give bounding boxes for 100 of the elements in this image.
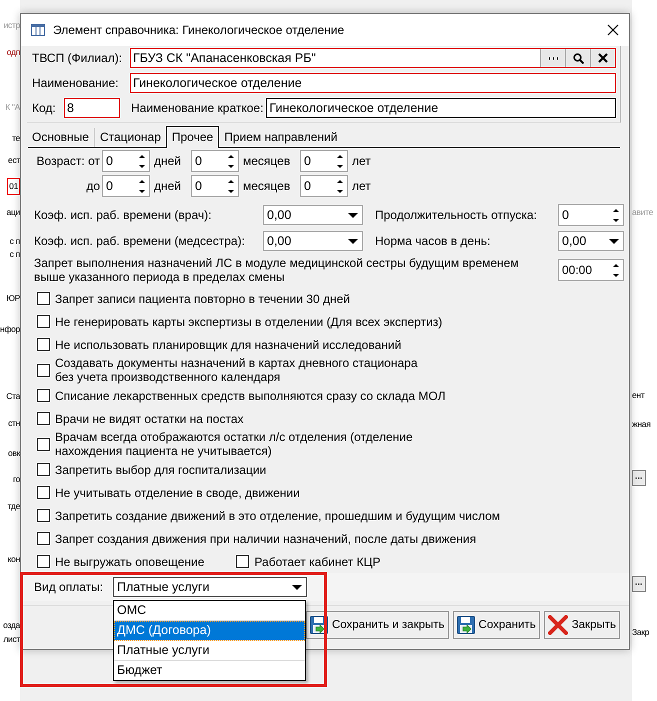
checkbox-label: Не учитывать отделение в своде, движении [55, 486, 300, 500]
checkbox[interactable] [37, 555, 50, 568]
dropdown-field[interactable]: Платные услуги [113, 577, 307, 597]
checkbox-label: Создавать документы назначений в картах дневного стационара без учета производственного календаря [55, 356, 418, 384]
partial-label: К "А [5, 101, 20, 114]
checkbox-label: Не выгружать оповещение [55, 554, 204, 568]
spin-arrows-icon [227, 154, 235, 168]
spin-field[interactable]: 0 [300, 175, 348, 197]
field-label: ТВСП (Филиал): [32, 51, 124, 65]
spin-arrows-icon [336, 154, 344, 168]
partial-label: кон [8, 553, 20, 566]
dropdown-option[interactable]: Бюджет [114, 661, 305, 680]
checkbox[interactable] [37, 486, 50, 499]
checkbox[interactable] [37, 338, 50, 351]
spin-field[interactable]: 0 [102, 150, 150, 172]
checkbox[interactable] [37, 532, 50, 545]
partial-label: аци [6, 206, 20, 219]
partial-label: авите [632, 206, 654, 219]
checkbox[interactable] [236, 555, 250, 568]
partial-label: ЮР [6, 292, 20, 305]
spin-arrows-icon [612, 262, 620, 278]
field-label: Вид оплаты: [34, 580, 104, 594]
partial-label: Ста [6, 390, 20, 403]
dropdown-option[interactable]: ДМС (Договора) [114, 621, 305, 641]
lookup-button[interactable]: ··· [632, 576, 646, 592]
tab[interactable]: Прием направлений [219, 128, 342, 147]
field-label: Наименование краткое: [131, 101, 264, 115]
unit-label: месяцев [242, 179, 292, 193]
spin-field[interactable]: 0 [191, 150, 239, 172]
checkbox-label: Списание лекарственных средств выполняются сразу со склада МОЛ [55, 388, 446, 402]
partial-label: овк [8, 447, 20, 460]
caret-icon [609, 238, 619, 244]
spin-field[interactable]: 0 [300, 150, 348, 172]
partial-label: нфор [0, 323, 20, 336]
partial-label: Закр [632, 626, 650, 639]
checkbox-label: Не генерировать карты экспертизы в отделении (Для всех экспертиз) [55, 314, 442, 328]
table-icon [31, 24, 45, 36]
partial-label: го [12, 473, 20, 486]
checkbox[interactable] [37, 315, 50, 328]
partial-label: стн [8, 417, 20, 430]
dropdown-field[interactable]: 0,00 [558, 231, 624, 251]
text-field[interactable]: Гинекологическое отделение [266, 98, 616, 118]
spin-arrows-icon [227, 178, 235, 194]
close-icon [548, 614, 568, 634]
spin-arrows-icon [138, 154, 146, 168]
floppy-icon [456, 616, 475, 634]
checkbox-label: Врачам всегда отображаются остатки л/с отделения (отделение нахождения пациента не учитывается) [55, 430, 414, 458]
search-button[interactable] [565, 49, 590, 67]
field-label: Коэф. исп. раб. времени (медсестра): [34, 234, 246, 248]
checkbox[interactable] [37, 389, 50, 402]
checkbox[interactable] [37, 412, 50, 425]
field-label: Коэф. исп. раб. времени (врач): [34, 208, 212, 222]
checkbox-label: Запретить выбор для госпитализации [55, 462, 266, 476]
close-button[interactable]: Закрыть [544, 610, 620, 638]
partial-label: жная [632, 418, 651, 431]
spin-field[interactable]: 0 [558, 204, 624, 226]
spin-arrows-icon [138, 178, 146, 194]
spin-field[interactable]: 0 [102, 175, 150, 197]
checkbox-label: Запрет записи пациента повторно в течении 30 дней [55, 292, 350, 306]
window-title: Элемент справочника: Гинекологическое отделение [53, 23, 346, 37]
checkbox-label: Работает кабинет КЦР [254, 554, 380, 568]
text-field[interactable]: 01 [7, 178, 20, 195]
spin-arrows-icon [336, 178, 344, 194]
caret-icon [348, 238, 358, 244]
caret-icon [348, 212, 358, 218]
text-field[interactable]: Гинекологическое отделение [130, 73, 616, 93]
checkbox[interactable] [37, 364, 50, 376]
field-label: Продолжительность отпуска: [375, 208, 538, 222]
checkbox[interactable] [37, 292, 50, 305]
lookup-button[interactable]: ··· [632, 470, 646, 486]
partial-label: с п [10, 235, 20, 248]
dropdown-field[interactable]: 0,00 [263, 231, 363, 251]
unit-label: месяцев [242, 154, 292, 168]
checkbox-label: Запрет создания движения при наличии назначений, после даты движения [55, 532, 476, 546]
checkbox-label: Не использовать планировщик для назначений исследований [55, 338, 402, 352]
checkbox[interactable] [37, 509, 50, 522]
partial-label: ест [8, 154, 20, 167]
tab[interactable]: Основные [28, 128, 94, 147]
clear-button[interactable] [590, 49, 615, 67]
unit-label: дней [153, 154, 182, 168]
tab[interactable]: Прочее [166, 126, 220, 148]
spin-field[interactable]: 0 [191, 175, 239, 197]
partial-label: ент [632, 389, 644, 402]
checkbox-label: Запретить создание движений в это отделение, прошедшим и будущим числом [55, 508, 500, 522]
text-field[interactable]: 8 [64, 98, 120, 118]
save-button[interactable]: Сохранить [452, 610, 540, 638]
dropdown-field[interactable]: 0,00 [263, 205, 363, 225]
partial-label: озда [3, 619, 20, 632]
partial-label: одп [6, 46, 20, 59]
dropdown-option[interactable]: Платные услуги [114, 641, 305, 661]
field-label: Код: [32, 101, 57, 115]
field-label: Возраст: от [36, 154, 100, 168]
partial-label: лист [3, 633, 20, 646]
time-field[interactable]: 00:00 [558, 259, 624, 281]
save-and-close-button[interactable]: Сохранить и закрыть [306, 610, 449, 638]
text-field[interactable]: ГБУЗ СК "Апанасенковская РБ" [130, 48, 616, 68]
search-icon [572, 52, 584, 64]
checkbox[interactable] [37, 463, 50, 476]
checkbox[interactable] [37, 438, 50, 450]
partial-label: те [12, 132, 20, 145]
